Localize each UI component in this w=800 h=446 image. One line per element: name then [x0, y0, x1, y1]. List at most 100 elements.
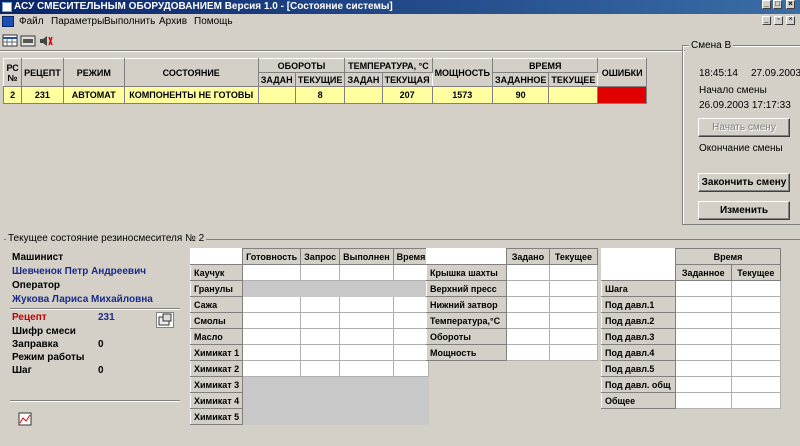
table-row[interactable]: Химикат 5 — [189, 408, 430, 425]
end-shift-button[interactable]: Закончить смену — [698, 173, 790, 192]
cell — [339, 360, 394, 377]
cell — [300, 408, 341, 425]
header-power[interactable]: МОЩНОСТЬ — [431, 58, 493, 87]
panel-icon[interactable] — [20, 34, 36, 48]
menu-archive[interactable]: Архив — [159, 14, 187, 29]
cell — [730, 328, 782, 345]
chart-icon[interactable] — [18, 412, 32, 429]
header-rpm-set[interactable]: ЗАДАН — [257, 72, 296, 87]
table-row[interactable]: Общее — [601, 392, 782, 409]
toolbar-divider — [0, 50, 685, 52]
recipe-open-icon[interactable] — [156, 312, 174, 328]
table-icon[interactable] — [2, 34, 18, 48]
col-current: Текущее — [730, 264, 782, 281]
cell — [300, 264, 341, 281]
cell — [242, 392, 302, 409]
table-row[interactable]: Смолы — [189, 312, 430, 329]
mdi-controls: _ ▫ × — [762, 15, 798, 27]
change-button[interactable]: Изменить — [698, 201, 790, 220]
header-time[interactable]: ВРЕМЯ — [491, 58, 599, 73]
table-row[interactable]: Под давл.5 — [601, 360, 782, 377]
cell-rpm-set — [257, 86, 296, 104]
mdi-close-icon[interactable]: × — [786, 16, 795, 25]
cell — [242, 328, 302, 345]
cell — [506, 264, 550, 281]
cell — [339, 392, 394, 409]
mdi-window-icon[interactable] — [2, 16, 14, 27]
cell — [548, 264, 599, 281]
recipe-label: Рецепт — [12, 312, 47, 323]
cell — [392, 360, 430, 377]
table-row[interactable]: Гранулы — [189, 280, 430, 297]
table-row: Задано Текущее — [426, 248, 599, 265]
recipe-value: 231 — [98, 312, 115, 323]
col-set: Задано — [506, 248, 550, 265]
header-temp[interactable]: ТЕМПЕРАТУРА, °С — [344, 58, 433, 73]
table-row[interactable]: Химикат 1 — [189, 344, 430, 361]
cell-state: КОМПОНЕНТЫ НЕ ГОТОВЫ — [123, 86, 259, 104]
cell — [506, 328, 550, 345]
table-row[interactable]: 2 231 АВТОМАТ КОМПОНЕНТЫ НЕ ГОТОВЫ 8 207… — [2, 86, 647, 104]
cell — [300, 360, 341, 377]
cell — [730, 280, 782, 297]
table-row[interactable]: Под давл.4 — [601, 344, 782, 361]
header-rpm-current[interactable]: ТЕКУЩИЕ — [294, 72, 346, 87]
row-resins: Смолы — [189, 312, 244, 329]
table-row[interactable]: Масло — [189, 328, 430, 345]
table-row[interactable]: Под давл.3 — [601, 328, 782, 345]
table-row[interactable]: Химикат 4 — [189, 392, 430, 409]
table-row[interactable]: Температура,°С — [426, 312, 599, 329]
table-row[interactable]: Нижний затвор — [426, 296, 599, 313]
menu-run[interactable]: Выполнить — [104, 14, 155, 29]
table-row[interactable]: Крышка шахты — [426, 264, 599, 281]
start-shift-button[interactable]: Начать смену — [698, 118, 790, 137]
header-rs[interactable]: РС № — [2, 58, 23, 87]
cell — [300, 392, 341, 409]
header-temp-set[interactable]: ЗАДАН — [344, 72, 383, 87]
menu-file[interactable]: Файл — [19, 14, 44, 29]
cell — [730, 344, 782, 361]
row-rubber: Каучук — [189, 264, 244, 281]
table-row[interactable]: Под давл. общ — [601, 376, 782, 393]
table-row[interactable]: Шага — [601, 280, 782, 297]
table-row[interactable]: Химикат 2 — [189, 360, 430, 377]
table-row[interactable]: Каучук — [189, 264, 430, 281]
mdi-minimize-icon[interactable]: _ — [762, 16, 771, 25]
menu-parameters[interactable]: Параметры — [51, 14, 104, 29]
header-time-set[interactable]: ЗАДАННОЕ — [491, 72, 550, 87]
table-row[interactable]: Под давл.2 — [601, 312, 782, 329]
table-corner — [426, 248, 507, 265]
header-temp-current[interactable]: ТЕКУЩАЯ — [381, 72, 433, 87]
cell-power: 1573 — [431, 86, 493, 104]
cell-errors-indicator — [597, 86, 647, 104]
maximize-icon[interactable]: □ — [773, 0, 782, 9]
col-set: Заданное — [675, 264, 732, 281]
header-rpm[interactable]: ОБОРОТЫ — [257, 58, 346, 73]
table-row[interactable]: Под давл.1 — [601, 296, 782, 313]
table-row: Время — [601, 248, 781, 281]
menu-help[interactable]: Помощь — [194, 14, 233, 29]
header-time-current[interactable]: ТЕКУЩЕЕ — [548, 72, 599, 87]
col-time-group: Время — [675, 248, 781, 265]
table-row[interactable]: Сажа — [189, 296, 430, 313]
table-row[interactable]: Химикат 3 — [189, 376, 430, 393]
header-errors[interactable]: ОШИБКИ — [597, 58, 647, 87]
cell — [392, 408, 430, 425]
cell-rpm-current: 8 — [294, 86, 346, 104]
system-state-table: РС № РЕЦЕПТ РЕЖИМ СОСТОЯНИЕ ОБОРОТЫ ТЕМП… — [2, 58, 647, 104]
header-recipe[interactable]: РЕЦЕПТ — [21, 58, 64, 87]
row-step: Шага — [601, 280, 676, 297]
table-row[interactable]: Верхний пресс — [426, 280, 599, 297]
mdi-restore-icon[interactable]: ▫ — [774, 16, 783, 25]
speaker-icon[interactable] — [38, 34, 54, 48]
cell — [339, 296, 394, 313]
col-readiness: Готовность — [242, 248, 302, 265]
cell — [242, 360, 302, 377]
cell — [730, 376, 782, 393]
header-state[interactable]: СОСТОЯНИЕ — [123, 58, 259, 87]
header-mode[interactable]: РЕЖИМ — [62, 58, 125, 87]
minimize-icon[interactable]: _ — [762, 0, 771, 9]
table-row[interactable]: Мощность — [426, 344, 599, 361]
table-row[interactable]: Обороты — [426, 328, 599, 345]
close-icon[interactable]: × — [786, 0, 795, 9]
